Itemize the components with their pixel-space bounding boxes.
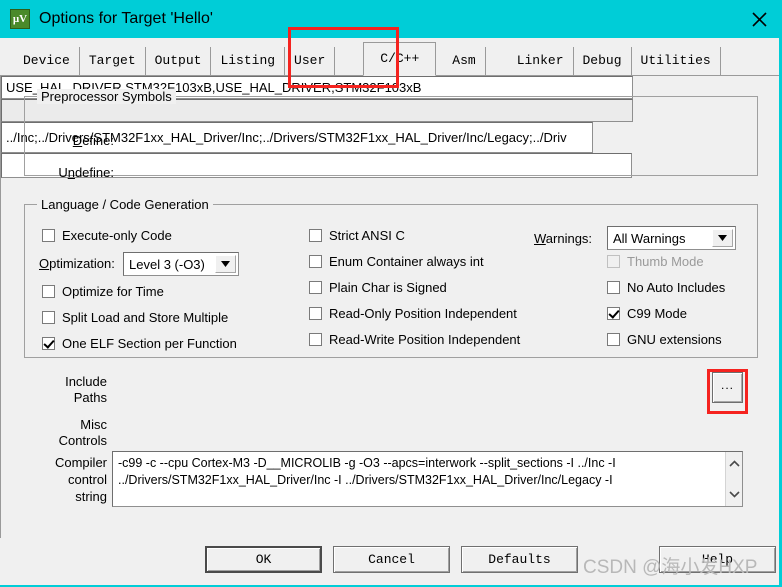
checkbox-label: GNU extensions — [627, 332, 722, 347]
tab-device[interactable]: Device — [14, 47, 80, 75]
chevron-down-icon[interactable] — [215, 255, 236, 273]
compiler-control-string-textarea[interactable]: -c99 -c --cpu Cortex-M3 -D__MICROLIB -g … — [112, 451, 743, 507]
undefine-label: Undefine: — [58, 165, 114, 180]
checkbox-read-write-position-independent[interactable]: Read-Write Position Independent — [309, 332, 520, 347]
tab-utilities[interactable]: Utilities — [631, 47, 721, 75]
checkbox-box — [607, 255, 620, 268]
checkbox-label: Read-Write Position Independent — [329, 332, 521, 347]
chevron-down-icon[interactable] — [712, 229, 733, 247]
tab-asm[interactable]: Asm — [443, 47, 486, 75]
tab-user[interactable]: User — [285, 47, 336, 75]
checkbox-label: Plain Char is Signed — [329, 280, 447, 295]
tab-target[interactable]: Target — [79, 47, 146, 75]
tab-debug[interactable]: Debug — [573, 47, 632, 75]
checkbox-label: Read-Only Position Independent — [329, 306, 517, 321]
checkbox-c99-mode[interactable]: C99 Mode — [607, 306, 687, 321]
scroll-up-icon[interactable] — [728, 455, 740, 473]
checkbox-box — [309, 255, 322, 268]
compiler-string-line1: -c99 -c --cpu Cortex-M3 -D__MICROLIB -g … — [118, 456, 616, 470]
titlebar: µV Options for Target 'Hello' — [0, 0, 779, 38]
include-paths-label: Include Paths — [41, 374, 107, 406]
preprocessor-group-title: Preprocessor Symbols — [37, 89, 176, 104]
misc-controls-label: Misc Controls — [41, 417, 107, 449]
tab-linker[interactable]: Linker — [507, 47, 574, 75]
dialog-body: Preprocessor Symbols Define: USE_HAL_DRI… — [0, 75, 779, 538]
checkbox-one-elf-section-per-function[interactable]: One ELF Section per Function — [42, 336, 237, 351]
checkbox-label: Thumb Mode — [627, 254, 704, 269]
checkbox-box — [607, 281, 620, 294]
checkbox-box — [309, 281, 322, 294]
defaults-button[interactable]: Defaults — [461, 546, 578, 573]
close-icon[interactable] — [736, 0, 779, 38]
checkbox-box — [309, 229, 322, 242]
checkbox-plain-char-is-signed[interactable]: Plain Char is Signed — [309, 280, 447, 295]
checkbox-label: Execute-only Code — [62, 228, 172, 243]
checkbox-box — [607, 307, 620, 320]
misc-controls-label-line2: Controls — [58, 433, 107, 448]
watermark: CSDN @海小发HXP — [583, 557, 758, 578]
checkbox-box — [607, 333, 620, 346]
checkbox-split-load-store-multiple[interactable]: Split Load and Store Multiple — [42, 310, 228, 325]
tab-c-cpp[interactable]: C/C++ — [363, 42, 437, 76]
checkbox-box — [42, 229, 55, 242]
checkbox-label: One ELF Section per Function — [62, 336, 237, 351]
compiler-string-scrollbar[interactable] — [725, 452, 742, 506]
checkbox-strict-ansi-c[interactable]: Strict ANSI C — [309, 228, 405, 243]
language-group-title: Language / Code Generation — [37, 197, 213, 212]
compiler-label-line1: Compiler — [54, 455, 107, 470]
checkbox-gnu-extensions[interactable]: GNU extensions — [607, 332, 722, 347]
compiler-control-string-label: Compiler control string — [29, 454, 107, 505]
misc-controls-label-line1: Misc — [80, 417, 107, 432]
compiler-string-line2: ../Drivers/STM32F1xx_HAL_Driver/Inc -I .… — [118, 473, 613, 487]
include-paths-label-line1: Include — [65, 374, 107, 389]
checkbox-enum-container-always-int[interactable]: Enum Container always int — [309, 254, 484, 269]
include-paths-label-line2: Paths — [73, 390, 107, 405]
checkbox-execute-only-code[interactable]: Execute-only Code — [42, 228, 172, 243]
options-dialog: µV Options for Target 'Hello' Device Tar… — [0, 0, 782, 587]
checkbox-label: Optimize for Time — [62, 284, 164, 299]
checkbox-box — [42, 337, 55, 350]
window-title: Options for Target 'Hello' — [39, 10, 213, 27]
checkbox-label: Strict ANSI C — [329, 228, 405, 243]
optimization-label: Optimization: — [39, 256, 115, 271]
checkbox-read-only-position-independent[interactable]: Read-Only Position Independent — [309, 306, 517, 321]
optimization-value: Level 3 (-O3) — [129, 256, 205, 272]
checkbox-box — [309, 307, 322, 320]
compiler-label-line2: control — [67, 472, 107, 487]
warnings-value: All Warnings — [613, 230, 686, 246]
tab-output[interactable]: Output — [145, 47, 212, 75]
checkbox-optimize-for-time[interactable]: Optimize for Time — [42, 284, 164, 299]
checkbox-box — [42, 285, 55, 298]
ok-button[interactable]: OK — [205, 546, 322, 573]
checkbox-label: C99 Mode — [627, 306, 687, 321]
tab-listing[interactable]: Listing — [211, 47, 286, 75]
uvision-icon: µV — [10, 9, 30, 29]
define-label: Define: — [72, 133, 114, 148]
include-paths-browse-button[interactable]: ... — [712, 372, 743, 403]
warnings-select[interactable]: All Warnings — [607, 226, 736, 250]
checkbox-no-auto-includes[interactable]: No Auto Includes — [607, 280, 725, 295]
checkbox-label: Enum Container always int — [329, 254, 484, 269]
checkbox-thumb-mode[interactable]: Thumb Mode — [607, 254, 704, 269]
optimization-select[interactable]: Level 3 (-O3) — [123, 252, 239, 276]
compiler-label-line3: string — [75, 489, 107, 504]
warnings-label: Warnings: — [534, 231, 593, 246]
scroll-down-icon[interactable] — [728, 485, 740, 503]
checkbox-box — [42, 311, 55, 324]
preprocessor-symbols-group: Preprocessor Symbols — [24, 89, 758, 176]
checkbox-label: Split Load and Store Multiple — [62, 310, 229, 325]
checkbox-label: No Auto Includes — [627, 280, 726, 295]
tab-strip: Device Target Output Listing User C/C++ … — [0, 38, 779, 76]
cancel-button[interactable]: Cancel — [333, 546, 450, 573]
checkbox-box — [309, 333, 322, 346]
compiler-control-string-text: -c99 -c --cpu Cortex-M3 -D__MICROLIB -g … — [113, 452, 725, 506]
